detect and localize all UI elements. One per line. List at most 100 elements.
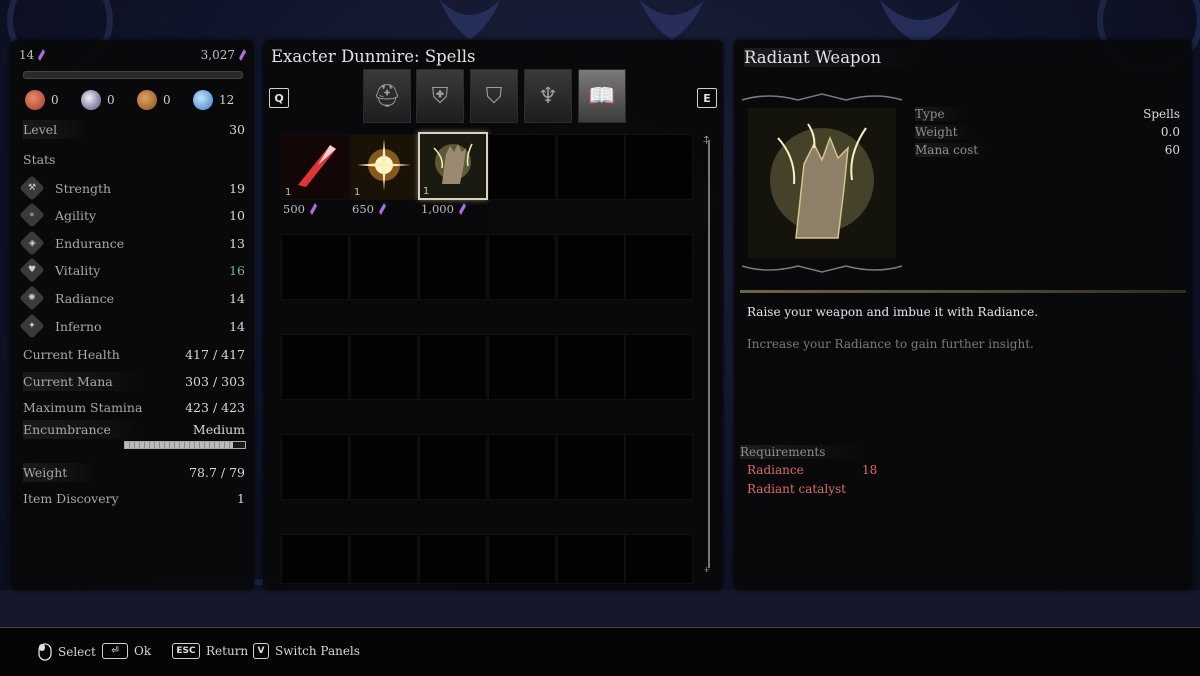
armor-icon: ⛨ xyxy=(431,83,449,109)
radiant-weapon-icon xyxy=(420,134,486,198)
tab-ornament[interactable]: ♆ xyxy=(524,69,572,123)
shards-right: 3,027 xyxy=(201,48,246,62)
empty-slot[interactable] xyxy=(557,134,625,200)
item-qty: 1 xyxy=(423,186,430,197)
divider xyxy=(740,290,1186,293)
empty-slot[interactable] xyxy=(419,334,487,400)
tab-helmet[interactable]: ⛑ xyxy=(363,69,411,123)
resource-item: 0 xyxy=(81,90,137,110)
scroll-down-arrow[interactable]: ⍖ xyxy=(703,562,710,577)
hint-ok[interactable]: ⏎ Ok xyxy=(102,643,151,659)
empty-slot[interactable] xyxy=(557,434,625,500)
empty-slot[interactable] xyxy=(557,534,625,584)
item-slot-blood-shard[interactable]: 1 xyxy=(281,134,349,200)
empty-slot[interactable] xyxy=(419,234,487,300)
empty-slot[interactable] xyxy=(350,234,418,300)
empty-slot[interactable] xyxy=(281,534,349,584)
weight-row: Weight 0.0 xyxy=(915,125,1180,139)
prev-tab-key[interactable]: Q xyxy=(269,88,289,108)
hint-select[interactable]: Select xyxy=(38,643,96,661)
empty-slot[interactable] xyxy=(350,434,418,500)
max-stamina-label: Maximum Stamina xyxy=(23,399,143,415)
empty-slot[interactable] xyxy=(488,534,556,584)
mana-cost-value: 60 xyxy=(1164,143,1180,157)
stat-vitality[interactable]: ♥ Vitality 16 xyxy=(19,257,245,283)
item-discovery-label: Item Discovery xyxy=(23,490,119,506)
empty-slot[interactable] xyxy=(625,334,693,400)
empty-slot[interactable] xyxy=(488,334,556,400)
empty-slot[interactable] xyxy=(281,434,349,500)
weight-value: 78.7 / 79 xyxy=(189,464,245,480)
empty-slot[interactable] xyxy=(557,234,625,300)
hint-switch-panels[interactable]: V Switch Panels xyxy=(253,643,360,659)
resource-value: 12 xyxy=(219,93,235,107)
shard-icon xyxy=(38,49,46,61)
item-slot-radiant-weapon[interactable]: 1 xyxy=(418,132,488,200)
shards-left-value: 14 xyxy=(19,48,35,62)
empty-slot[interactable] xyxy=(488,434,556,500)
weight-label: Weight xyxy=(915,125,998,139)
empty-slot[interactable] xyxy=(350,534,418,584)
stat-inferno[interactable]: ✦ Inferno 14 xyxy=(19,313,245,339)
item-preview-frame xyxy=(741,93,903,273)
empty-slot[interactable] xyxy=(281,234,349,300)
empty-slot[interactable] xyxy=(625,434,693,500)
empty-slot[interactable] xyxy=(350,334,418,400)
shard-icon xyxy=(378,203,386,215)
controls-bar: Select ⏎ Ok ESC Return V Switch Panels xyxy=(0,627,1200,676)
hint-return-label: Return xyxy=(206,644,249,658)
price-value: 650 xyxy=(352,202,374,216)
empty-slot[interactable] xyxy=(281,334,349,400)
stat-agility[interactable]: « Agility 10 xyxy=(19,202,245,228)
shard-icon xyxy=(309,203,317,215)
stat-endurance[interactable]: ◈ Endurance 13 xyxy=(19,230,245,256)
enter-key-icon: ⏎ xyxy=(102,643,128,659)
insight-hint: Increase your Radiance to gain further i… xyxy=(747,337,1034,351)
empty-slot[interactable] xyxy=(625,534,693,584)
stats-heading: Stats xyxy=(23,151,56,167)
item-slot-radiant-burst[interactable]: 1 xyxy=(350,134,418,200)
current-mana-label: Current Mana xyxy=(23,371,143,391)
stat-value: 16 xyxy=(229,262,245,278)
tab-armor[interactable]: ⛨ xyxy=(416,69,464,123)
blue-crystal-icon xyxy=(193,90,213,110)
stat-strength[interactable]: ⚒ Strength 19 xyxy=(19,175,245,201)
vitality-icon: ♥ xyxy=(19,257,45,283)
item-qty: 1 xyxy=(354,187,361,198)
empty-slot[interactable] xyxy=(488,234,556,300)
agility-icon: « xyxy=(19,202,45,228)
item-discovery-value: 1 xyxy=(237,490,245,506)
encumbrance-bar xyxy=(124,441,246,449)
tab-spells[interactable]: 📖 xyxy=(578,69,626,123)
mana-cost-row: Mana cost 60 xyxy=(915,143,1180,157)
orb-icon xyxy=(81,90,101,110)
requirement-catalyst: Radiant catalyst xyxy=(747,482,846,496)
empty-slot[interactable] xyxy=(625,234,693,300)
radiance-icon: ✺ xyxy=(19,285,45,311)
empty-slot[interactable] xyxy=(625,134,693,200)
resource-value: 0 xyxy=(107,93,115,107)
stat-radiance[interactable]: ✺ Radiance 14 xyxy=(19,285,245,311)
type-value: Spells xyxy=(1143,107,1180,121)
esc-key: ESC xyxy=(172,643,200,659)
requirement-radiance-label: Radiance xyxy=(747,463,804,477)
merchant-spells-panel: Exacter Dunmire: Spells Q E ⛑ ⛨ ⛉ ♆ 📖 1 … xyxy=(263,40,723,590)
price-value: 1,000 xyxy=(421,202,454,216)
helmet-icon: ⛑ xyxy=(373,83,401,109)
item-price: 500 xyxy=(283,202,317,216)
empty-slot[interactable] xyxy=(419,534,487,584)
character-stats-panel: 14 3,027 0 0 0 12 Level 30 Stats ⚒ Stren… xyxy=(11,40,254,590)
resource-item: 12 xyxy=(193,90,249,110)
tab-shield[interactable]: ⛉ xyxy=(470,69,518,123)
scrollbar[interactable] xyxy=(708,140,710,568)
hint-ok-label: Ok xyxy=(134,644,152,658)
max-stamina-value: 423 / 423 xyxy=(185,399,245,415)
empty-slot[interactable] xyxy=(557,334,625,400)
empty-slot[interactable] xyxy=(419,434,487,500)
hint-return[interactable]: ESC Return xyxy=(172,643,248,659)
next-tab-key[interactable]: E xyxy=(697,88,717,108)
item-title: Radiant Weapon xyxy=(744,48,922,67)
level-label: Level xyxy=(23,119,88,139)
empty-slot[interactable] xyxy=(488,134,556,200)
item-price: 650 xyxy=(352,202,386,216)
